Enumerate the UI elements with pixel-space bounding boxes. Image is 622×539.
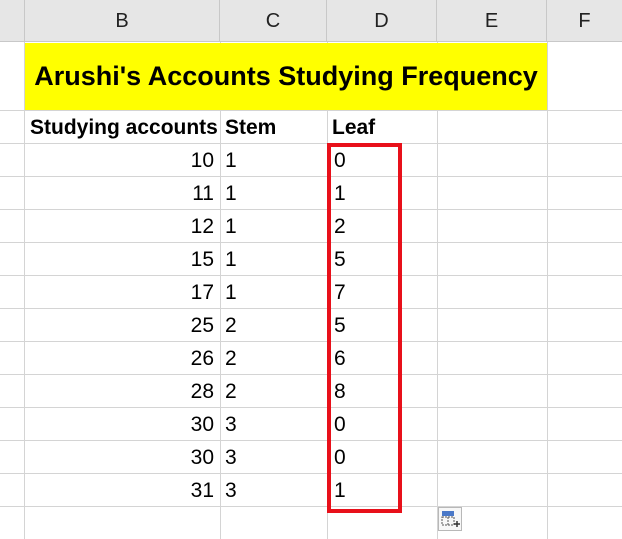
cell-value[interactable]: 11 <box>25 177 220 210</box>
header-leaf[interactable]: Leaf <box>328 111 437 144</box>
gridline <box>547 42 548 539</box>
column-header-e[interactable]: E <box>437 0 547 42</box>
cell-stem[interactable]: 1 <box>221 177 327 210</box>
header-stem[interactable]: Stem <box>221 111 327 144</box>
cell-value[interactable]: 25 <box>25 309 220 342</box>
cell-stem[interactable]: 1 <box>221 243 327 276</box>
cell-value[interactable]: 15 <box>25 243 220 276</box>
cell-stem[interactable]: 3 <box>221 408 327 441</box>
cell-stem[interactable]: 3 <box>221 441 327 474</box>
quick-analysis-button[interactable] <box>438 507 462 531</box>
column-header-f[interactable]: F <box>547 0 622 42</box>
cell-value[interactable]: 26 <box>25 342 220 375</box>
cell-value[interactable]: 17 <box>25 276 220 309</box>
column-header-row: B C D E F <box>0 0 622 42</box>
cell-stem[interactable]: 2 <box>221 375 327 408</box>
column-header-d[interactable]: D <box>327 0 437 42</box>
cell-value[interactable]: 28 <box>25 375 220 408</box>
cell-value[interactable]: 30 <box>25 441 220 474</box>
cell-value[interactable]: 12 <box>25 210 220 243</box>
cell-stem[interactable]: 1 <box>221 276 327 309</box>
cell-stem[interactable]: 2 <box>221 342 327 375</box>
gridline <box>437 42 438 539</box>
column-header-a[interactable] <box>0 0 25 42</box>
column-header-b[interactable]: B <box>25 0 220 42</box>
title-cell[interactable]: Arushi's Accounts Studying Frequency <box>25 43 547 110</box>
column-header-c[interactable]: C <box>220 0 327 42</box>
spreadsheet: B C D E F Arushi's Accounts Studying Fre… <box>0 0 622 539</box>
cell-stem[interactable]: 3 <box>221 474 327 507</box>
cell-value[interactable]: 31 <box>25 474 220 507</box>
cell-value[interactable]: 30 <box>25 408 220 441</box>
header-studying-accounts[interactable]: Studying accounts <box>25 111 220 144</box>
leaf-highlight-box <box>327 143 402 513</box>
quick-analysis-icon <box>441 511 460 527</box>
cell-stem[interactable]: 2 <box>221 309 327 342</box>
cell-stem[interactable]: 1 <box>221 144 327 177</box>
cell-stem[interactable]: 1 <box>221 210 327 243</box>
cell-value[interactable]: 10 <box>25 144 220 177</box>
